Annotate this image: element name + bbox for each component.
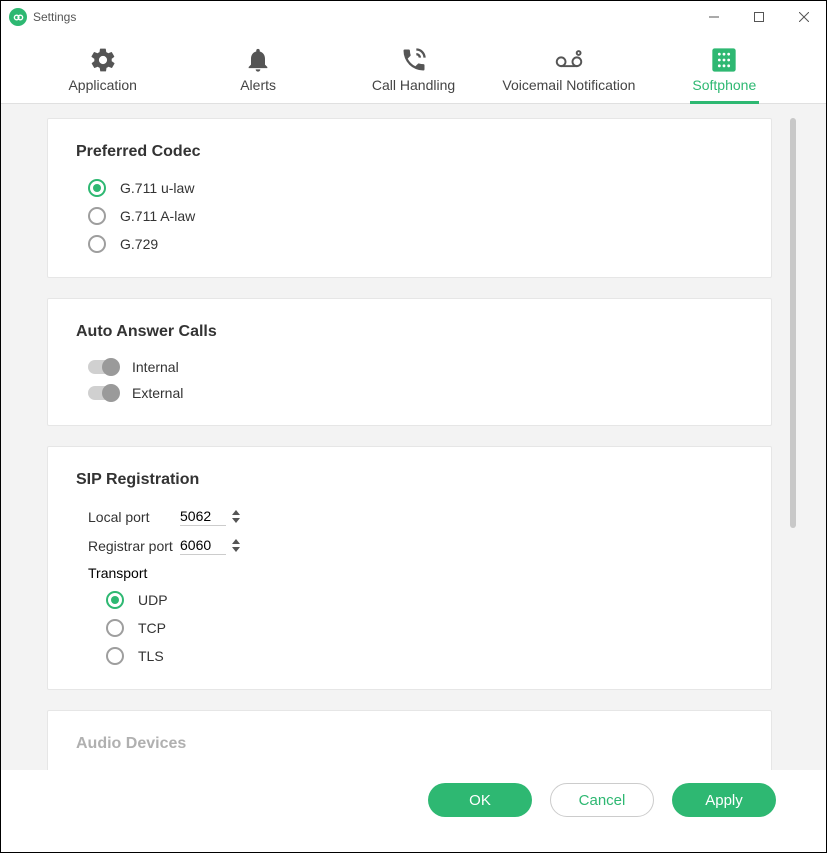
field-label: Registrar port <box>88 538 180 554</box>
phone-icon <box>400 45 428 75</box>
tab-call-handling[interactable]: Call Handling <box>336 39 491 103</box>
chevron-up-icon[interactable] <box>232 539 240 544</box>
row-registrar-port: Registrar port <box>88 536 743 555</box>
tab-softphone[interactable]: Softphone <box>647 39 802 103</box>
minimize-button[interactable] <box>691 1 736 33</box>
scroll-area: Preferred Codec G.711 u-law G.711 A-law … <box>47 118 780 770</box>
title-bar: Settings <box>1 1 826 33</box>
tab-label: Call Handling <box>372 77 455 93</box>
registrar-port-stepper[interactable] <box>232 539 240 552</box>
cancel-button[interactable]: Cancel <box>550 783 654 817</box>
local-port-stepper[interactable] <box>232 510 240 523</box>
tab-label: Softphone <box>692 77 756 93</box>
registrar-port-input[interactable] <box>180 536 226 555</box>
tabs-row: Application Alerts Call Handling Voicema… <box>1 33 826 104</box>
voicemail-icon <box>555 45 583 75</box>
radio-label: G.711 A-law <box>120 208 195 224</box>
card-title: Auto Answer Calls <box>76 323 743 341</box>
bell-icon <box>244 45 272 75</box>
chevron-down-icon[interactable] <box>232 518 240 523</box>
dialpad-icon <box>710 45 738 75</box>
transport-option-tcp[interactable]: TCP <box>106 619 743 637</box>
close-button[interactable] <box>781 1 826 33</box>
card-title: Preferred Codec <box>76 143 743 161</box>
tab-alerts[interactable]: Alerts <box>180 39 335 103</box>
app-icon <box>9 8 27 26</box>
codec-option-g729[interactable]: G.729 <box>88 235 743 253</box>
radio-icon <box>106 591 124 609</box>
window-controls <box>691 1 826 33</box>
card-auto-answer: Auto Answer Calls Internal External <box>47 298 772 426</box>
card-audio-devices: Audio Devices Received audio Ring tone <box>47 710 772 770</box>
toggle-label: Internal <box>132 359 179 375</box>
toggle-label: External <box>132 385 183 401</box>
radio-icon <box>106 647 124 665</box>
card-preferred-codec: Preferred Codec G.711 u-law G.711 A-law … <box>47 118 772 278</box>
tab-label: Voicemail Notification <box>502 77 635 93</box>
radio-label: TLS <box>138 648 164 664</box>
toggle-internal[interactable]: Internal <box>88 359 743 375</box>
codec-option-ulaw[interactable]: G.711 u-law <box>88 179 743 197</box>
footer: OK Cancel Apply <box>1 770 826 830</box>
card-title: Audio Devices <box>76 735 743 753</box>
field-label: Local port <box>88 509 180 525</box>
radio-label: UDP <box>138 592 168 608</box>
toggle-external[interactable]: External <box>88 385 743 401</box>
radio-icon <box>88 207 106 225</box>
radio-icon <box>88 235 106 253</box>
ok-button[interactable]: OK <box>428 783 532 817</box>
radio-label: TCP <box>138 620 166 636</box>
card-title: SIP Registration <box>76 471 743 489</box>
scrollbar[interactable] <box>790 118 796 658</box>
radio-label: G.711 u-law <box>120 180 194 196</box>
content-area: Preferred Codec G.711 u-law G.711 A-law … <box>1 104 826 770</box>
card-sip-registration: SIP Registration Local port Registrar po… <box>47 446 772 690</box>
local-port-input[interactable] <box>180 507 226 526</box>
chevron-down-icon[interactable] <box>232 547 240 552</box>
tab-label: Application <box>68 77 137 93</box>
radio-label: G.729 <box>120 236 158 252</box>
radio-icon <box>106 619 124 637</box>
scrollbar-thumb[interactable] <box>790 118 796 528</box>
tab-label: Alerts <box>240 77 276 93</box>
transport-label: Transport <box>88 565 743 581</box>
window-title: Settings <box>33 10 76 24</box>
codec-option-alaw[interactable]: G.711 A-law <box>88 207 743 225</box>
tab-application[interactable]: Application <box>25 39 180 103</box>
toggle-icon <box>88 386 118 400</box>
radio-icon <box>88 179 106 197</box>
toggle-icon <box>88 360 118 374</box>
maximize-button[interactable] <box>736 1 781 33</box>
apply-button[interactable]: Apply <box>672 783 776 817</box>
chevron-up-icon[interactable] <box>232 510 240 515</box>
gear-icon <box>89 45 117 75</box>
row-local-port: Local port <box>88 507 743 526</box>
transport-option-udp[interactable]: UDP <box>106 591 743 609</box>
transport-option-tls[interactable]: TLS <box>106 647 743 665</box>
tab-voicemail[interactable]: Voicemail Notification <box>491 39 646 103</box>
